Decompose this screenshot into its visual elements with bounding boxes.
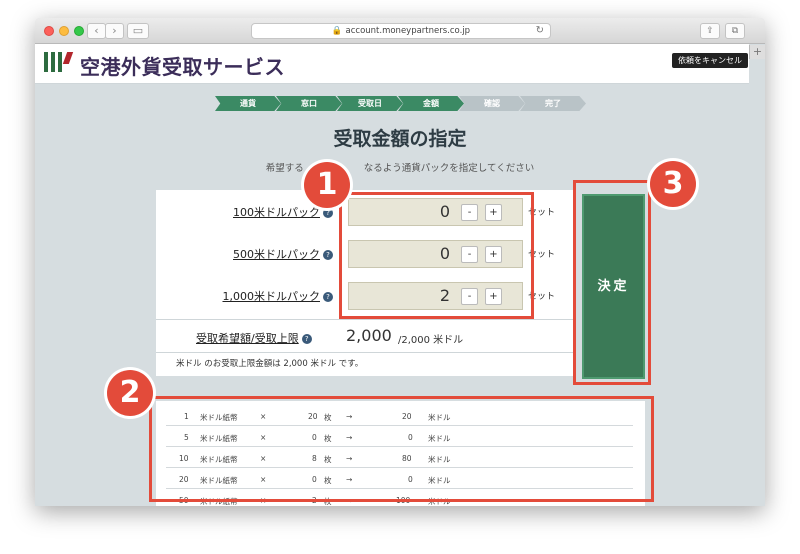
step-complete: 完了 (520, 96, 586, 111)
limit-label-text: 受取希望額/受取上限 (196, 332, 299, 345)
annotation-badge-1: 1 (304, 162, 350, 208)
help-icon[interactable]: ? (323, 208, 333, 218)
limit-label[interactable]: 受取希望額/受取上限? (196, 330, 312, 346)
new-tab-icon[interactable]: + (749, 45, 765, 59)
help-icon[interactable]: ? (301, 334, 312, 344)
logo-icon (44, 52, 74, 72)
share-icon[interactable]: ⇪ (700, 23, 720, 39)
fullscreen-window-icon[interactable] (74, 26, 84, 36)
cancel-request-button[interactable]: 依頼をキャンセル (672, 53, 748, 68)
help-icon[interactable]: ? (323, 250, 333, 260)
pack-label-500[interactable]: 500米ドルパック? (233, 246, 333, 262)
pack-label-text: 1,000米ドルパック (222, 290, 321, 303)
subtitle-left: 希望する (265, 163, 304, 174)
limit-row: 受取希望額/受取上限? 2,000 /2,000 米ドル (156, 319, 573, 352)
step-confirm: 確認 (459, 96, 525, 111)
step-date: 受取日 (337, 96, 403, 111)
sidebar-icon[interactable]: ▭ (127, 23, 149, 39)
address-bar[interactable]: 🔒 account.moneypartners.co.jp ↻ (251, 23, 551, 39)
url-text: account.moneypartners.co.jp (345, 26, 471, 36)
pack-label-text: 500米ドルパック (233, 248, 320, 261)
lock-icon: 🔒 (331, 26, 343, 36)
service-title: 空港外貨受取サービス (80, 55, 285, 79)
page-title: 受取金額の指定 (333, 128, 467, 150)
annotation-box-1 (339, 192, 534, 319)
site-header: 空港外貨受取サービス 依頼をキャンセル (35, 44, 749, 84)
minimize-window-icon[interactable] (59, 26, 69, 36)
reload-icon[interactable]: ↻ (536, 24, 544, 38)
step-amount: 金額 (398, 96, 464, 111)
limit-note: 米ドル のお受取上限金額は 2,000 米ドル です。 (156, 352, 573, 376)
annotation-box-3 (573, 180, 651, 385)
browser-titlebar: ‹ › ▭ 🔒 account.moneypartners.co.jp ↻ ⇪ ⧉ (35, 18, 765, 44)
step-currency: 通貨 (215, 96, 281, 111)
close-window-icon[interactable] (44, 26, 54, 36)
help-icon[interactable]: ? (323, 292, 333, 302)
forward-arrow-icon[interactable]: › (105, 23, 124, 39)
annotation-badge-2: 2 (107, 370, 153, 416)
annotation-badge-3: 3 (650, 161, 696, 207)
tabs-icon[interactable]: ⧉ (725, 23, 745, 39)
step-counter: 窓口 (276, 96, 342, 111)
annotation-box-2 (149, 396, 654, 502)
back-arrow-icon[interactable]: ‹ (87, 23, 106, 39)
limit-max: /2,000 米ドル (398, 335, 464, 346)
subtitle-right: なるよう通貨パックを指定してください (363, 163, 535, 174)
pack-label-1000[interactable]: 1,000米ドルパック? (222, 288, 333, 304)
limit-value: 2,000 (346, 326, 392, 345)
pack-label-text: 100米ドルパック (233, 206, 320, 219)
